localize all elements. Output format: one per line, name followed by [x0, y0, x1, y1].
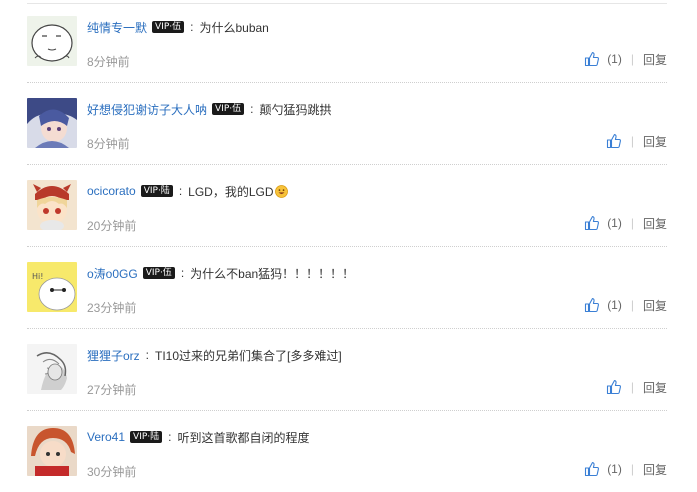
comment-time: 8分钟前 — [87, 55, 130, 69]
username-link[interactable]: o涛o0GG — [87, 265, 138, 282]
colon-separator: : — [145, 348, 150, 362]
avatar[interactable] — [27, 98, 77, 148]
username-link[interactable]: 狸狸子orz — [87, 347, 140, 364]
comment-item: 纯情专一默 VIP·伍 : 为什么buban 8分钟前 (1) | 回复 — [27, 0, 667, 83]
username-link[interactable]: Vero41 — [87, 430, 125, 444]
grin-emoji-icon — [274, 184, 288, 198]
comment-item: ocicorato VIP·陆 : LGD，我的LGD 20分钟前 (1) | … — [27, 164, 667, 247]
action-separator: | — [630, 216, 634, 230]
comment-text: LGD，我的LGD — [188, 184, 274, 199]
thumbs-up-icon[interactable] — [584, 297, 600, 313]
redhair-avatar-icon — [27, 426, 77, 476]
avatar[interactable] — [27, 180, 77, 230]
username-link[interactable]: ocicorato — [87, 184, 136, 198]
comment-item: Hi! o涛o0GG VIP·伍 : 为什么不ban猛犸！！！！！！ 23分钟前… — [27, 246, 667, 329]
vip-badge: VIP·伍 — [212, 103, 245, 115]
comment-text: 听到这首歌都自闭的程度 — [177, 430, 310, 445]
action-separator: | — [630, 52, 634, 66]
comment-time: 8分钟前 — [87, 137, 130, 151]
reply-button[interactable]: 回复 — [643, 297, 667, 314]
reply-button[interactable]: 回复 — [643, 51, 667, 68]
colon-separator: : — [190, 20, 194, 34]
reply-button[interactable]: 回复 — [643, 215, 667, 232]
like-count: (1) — [607, 216, 622, 230]
vip-badge: VIP·陆 — [140, 185, 173, 197]
comment-item: 狸狸子orz : TI10过来的兄弟们集合了[多多难过] 27分钟前 | 回复 — [27, 328, 667, 411]
comment-time: 27分钟前 — [87, 383, 137, 397]
colon-separator: : — [180, 266, 185, 280]
like-count: (1) — [607, 298, 622, 312]
colon-separator: : — [250, 102, 254, 116]
vip-badge: VIP·伍 — [142, 267, 175, 279]
comment-text: 颠勺猛犸跳拱 — [259, 102, 332, 117]
reply-button[interactable]: 回复 — [643, 379, 667, 396]
reply-button[interactable]: 回复 — [643, 133, 667, 150]
avatar[interactable]: Hi! — [27, 262, 77, 312]
thumbs-up-icon[interactable] — [584, 51, 600, 67]
comment-time: 30分钟前 — [87, 465, 137, 479]
svg-text:Hi!: Hi! — [32, 272, 43, 281]
thumbs-up-icon[interactable] — [606, 379, 622, 395]
thumbs-up-icon[interactable] — [584, 461, 600, 477]
klee-avatar-icon — [27, 180, 77, 230]
thumbs-up-icon[interactable] — [606, 133, 622, 149]
blank-face-avatar-icon — [27, 16, 77, 66]
reply-button[interactable]: 回复 — [643, 461, 667, 478]
action-separator: | — [630, 380, 634, 394]
vip-badge: VIP·伍 — [152, 21, 185, 33]
colon-separator: : — [178, 184, 183, 198]
comment-text: TI10过来的兄弟们集合了[多多难过] — [155, 348, 342, 363]
action-separator: | — [630, 298, 634, 312]
sketch-avatar-icon — [27, 344, 77, 394]
anime-girl-avatar-icon — [27, 98, 77, 148]
vip-badge: VIP·陆 — [130, 431, 163, 443]
comment-item: Vero41 VIP·陆 : 听到这首歌都自闭的程度 30分钟前 (1) | 回… — [27, 410, 667, 492]
comment-time: 23分钟前 — [87, 301, 137, 315]
avatar[interactable] — [27, 16, 77, 66]
comment-time: 20分钟前 — [87, 219, 137, 233]
baymax-avatar-icon: Hi! — [27, 262, 77, 312]
comment-item: 好想侵犯谢访子大人呐 VIP·伍 : 颠勺猛犸跳拱 8分钟前 | 回复 — [27, 82, 667, 165]
username-link[interactable]: 纯情专一默 — [87, 19, 147, 36]
like-count: (1) — [607, 462, 622, 476]
colon-separator: : — [168, 430, 172, 444]
action-separator: | — [630, 462, 634, 476]
thumbs-up-icon[interactable] — [584, 215, 600, 231]
avatar[interactable] — [27, 344, 77, 394]
username-link[interactable]: 好想侵犯谢访子大人呐 — [87, 101, 207, 118]
comment-text: 为什么不ban猛犸！！！！！！ — [190, 266, 355, 281]
like-count: (1) — [607, 52, 622, 66]
comment-text: 为什么buban — [199, 20, 269, 35]
action-separator: | — [630, 134, 634, 148]
avatar[interactable] — [27, 426, 77, 476]
